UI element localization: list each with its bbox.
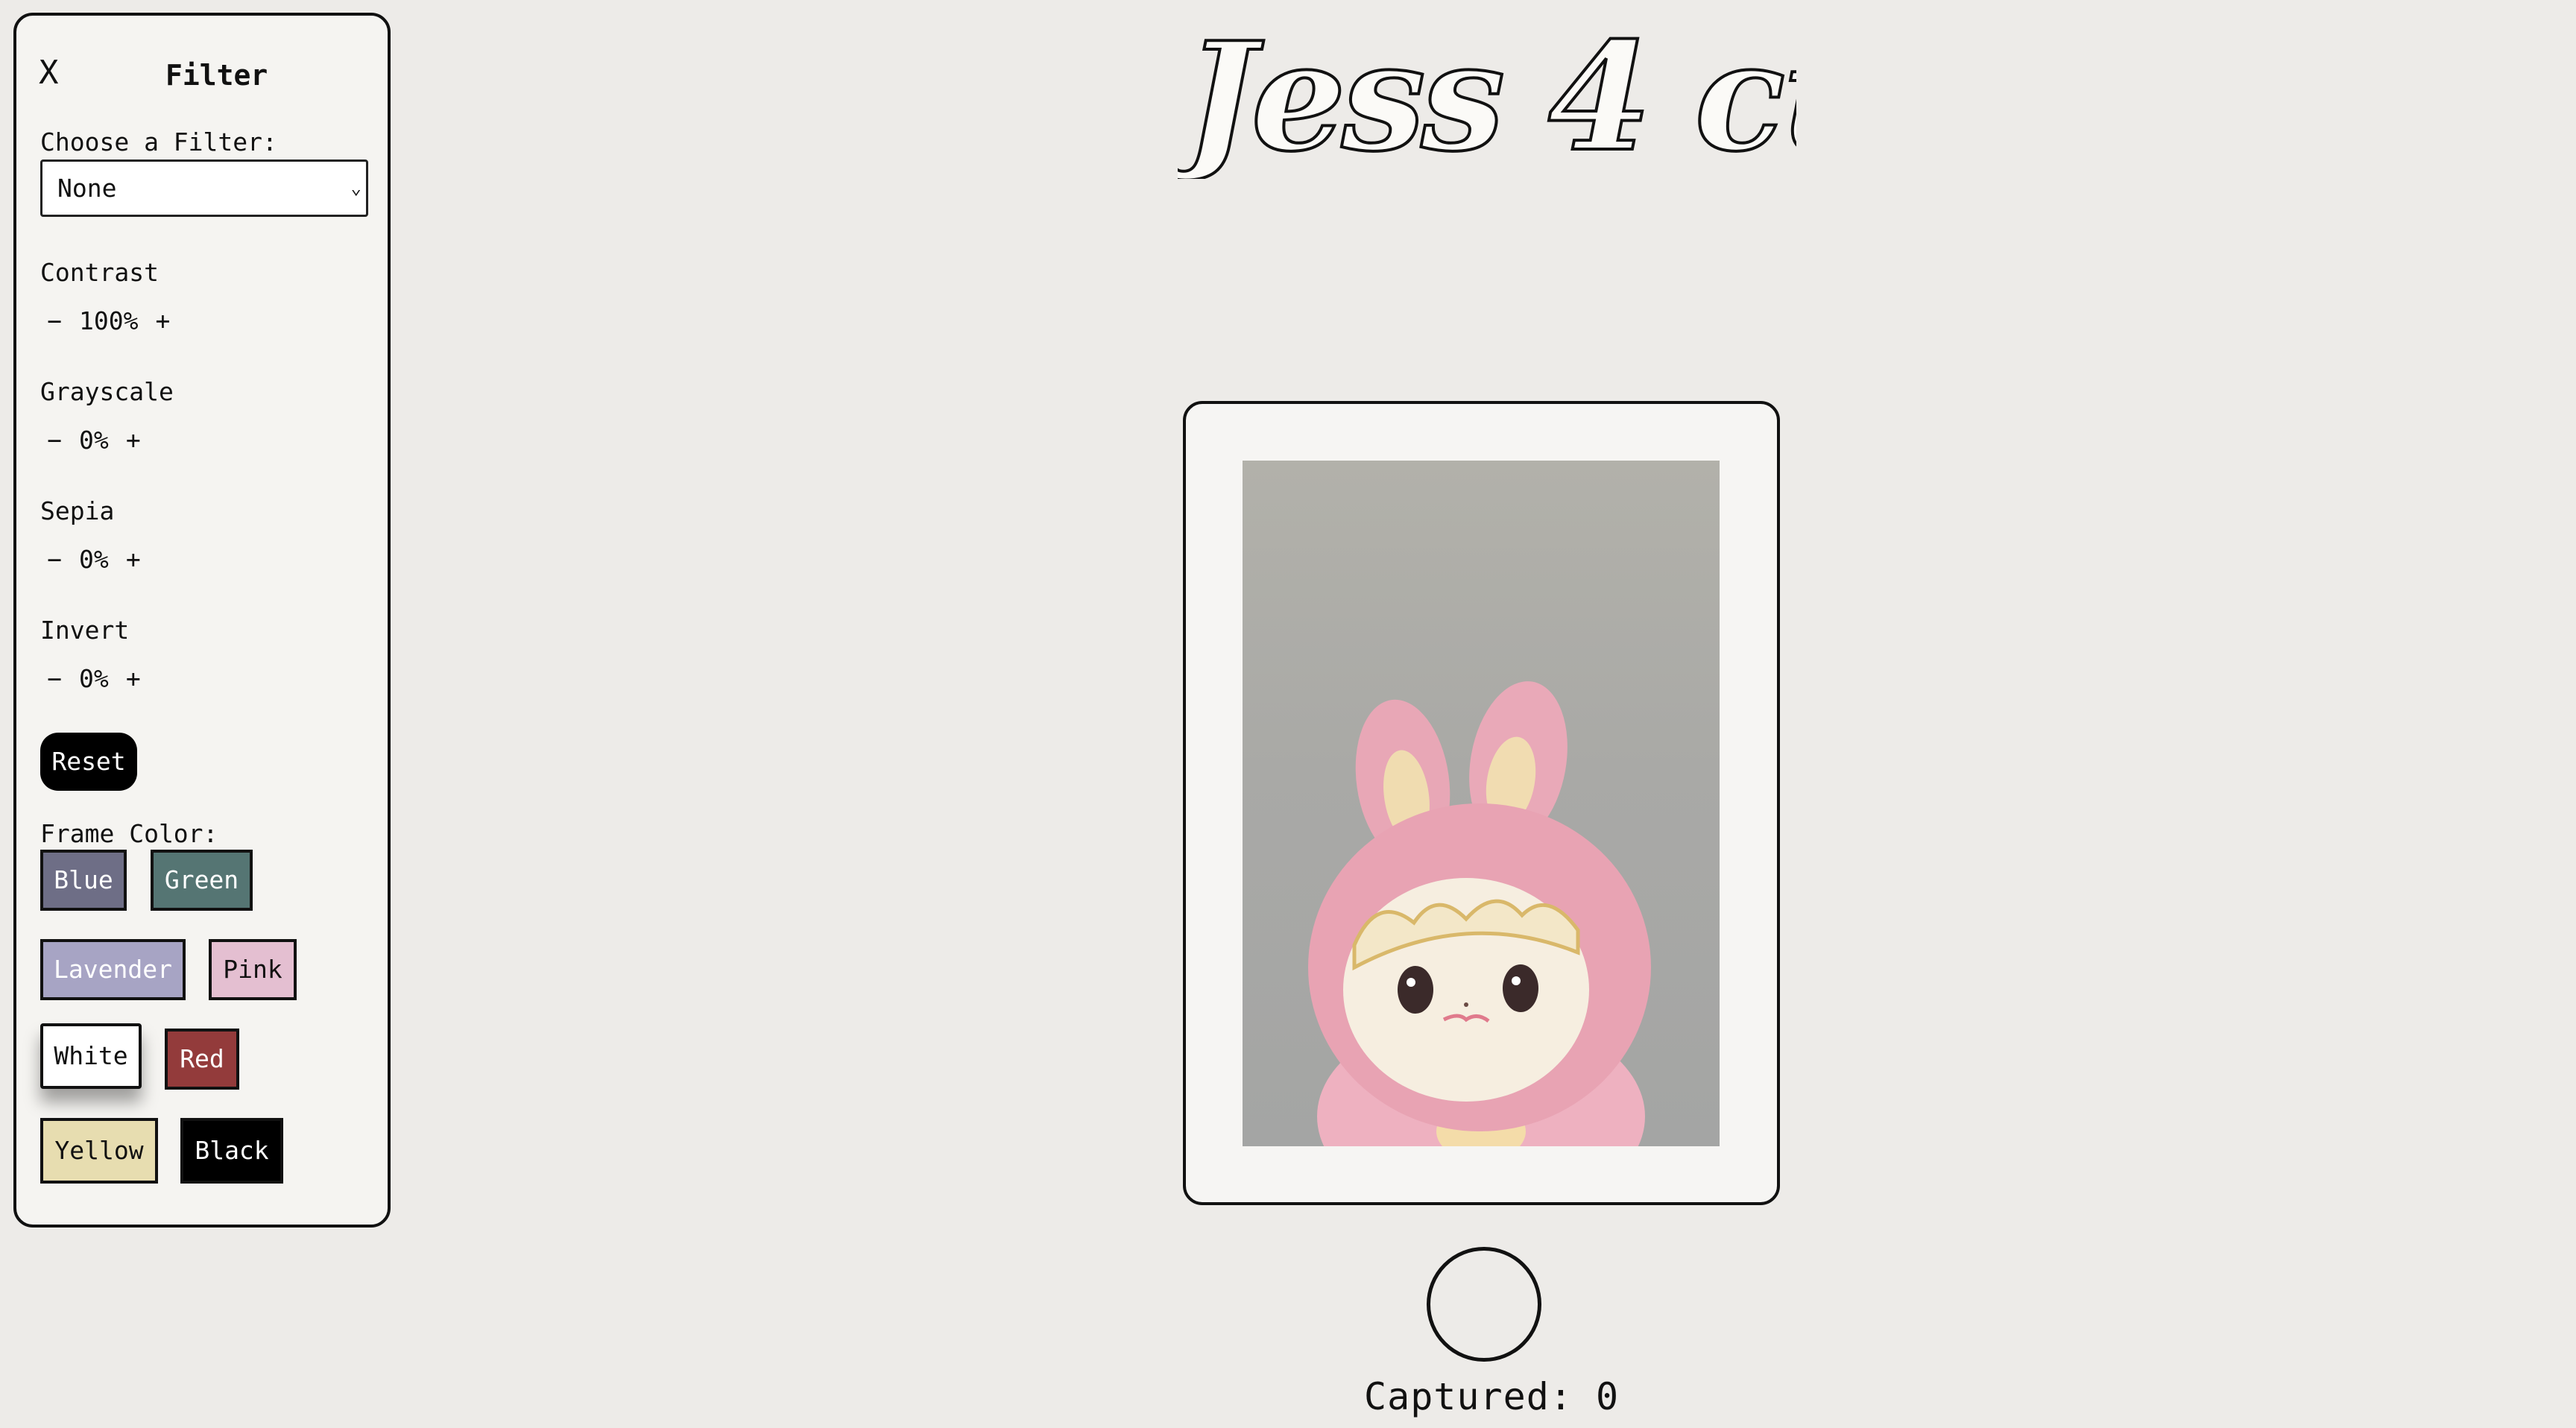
invert-value: 0% xyxy=(79,664,109,693)
filter-select[interactable]: None ⌄ xyxy=(40,159,368,217)
app-title: Jess 4 cut xyxy=(1178,15,1796,179)
invert-stepper: − 0% + xyxy=(40,664,148,693)
capture-button[interactable] xyxy=(1427,1247,1541,1362)
frame-color-label: Frame Color: xyxy=(40,819,218,848)
contrast-increase-button[interactable]: + xyxy=(148,306,177,335)
sepia-decrease-button[interactable]: − xyxy=(40,545,69,574)
contrast-stepper: − 100% + xyxy=(40,306,177,335)
grayscale-decrease-button[interactable]: − xyxy=(40,426,69,455)
grayscale-increase-button[interactable]: + xyxy=(119,426,148,455)
close-button[interactable]: X xyxy=(39,57,59,89)
captured-count: Captured: 0 xyxy=(1364,1375,1620,1418)
invert-decrease-button[interactable]: − xyxy=(40,664,69,693)
invert-label: Invert xyxy=(40,616,130,645)
contrast-decrease-button[interactable]: − xyxy=(40,306,69,335)
grayscale-label: Grayscale xyxy=(40,377,174,406)
plush-toy-image xyxy=(1308,681,1651,1146)
sepia-label: Sepia xyxy=(40,496,115,525)
camera-preview xyxy=(1243,461,1720,1146)
contrast-label: Contrast xyxy=(40,258,159,287)
grayscale-stepper: − 0% + xyxy=(40,426,148,455)
chevron-down-icon: ⌄ xyxy=(350,177,362,198)
color-black-button[interactable]: Black xyxy=(180,1118,283,1184)
app-title-text: Jess 4 cut xyxy=(1178,15,1796,179)
filter-panel: X Filter Choose a Filter: None ⌄ Contras… xyxy=(13,13,391,1228)
sepia-stepper: − 0% + xyxy=(40,545,148,574)
reset-button[interactable]: Reset xyxy=(40,733,137,791)
panel-title: Filter xyxy=(165,59,268,92)
sepia-value: 0% xyxy=(79,545,109,574)
color-lavender-button[interactable]: Lavender xyxy=(40,939,186,1000)
color-white-button[interactable]: White xyxy=(40,1023,142,1089)
sepia-increase-button[interactable]: + xyxy=(119,545,148,574)
contrast-value: 100% xyxy=(79,306,139,335)
color-red-button[interactable]: Red xyxy=(165,1029,239,1090)
color-yellow-button[interactable]: Yellow xyxy=(40,1118,158,1184)
grayscale-value: 0% xyxy=(79,426,109,455)
color-green-button[interactable]: Green xyxy=(151,850,253,911)
filter-select-value: None xyxy=(57,174,117,203)
filter-label: Choose a Filter: xyxy=(40,127,277,157)
color-blue-button[interactable]: Blue xyxy=(40,850,127,911)
invert-increase-button[interactable]: + xyxy=(119,664,148,693)
color-pink-button[interactable]: Pink xyxy=(209,939,297,1000)
